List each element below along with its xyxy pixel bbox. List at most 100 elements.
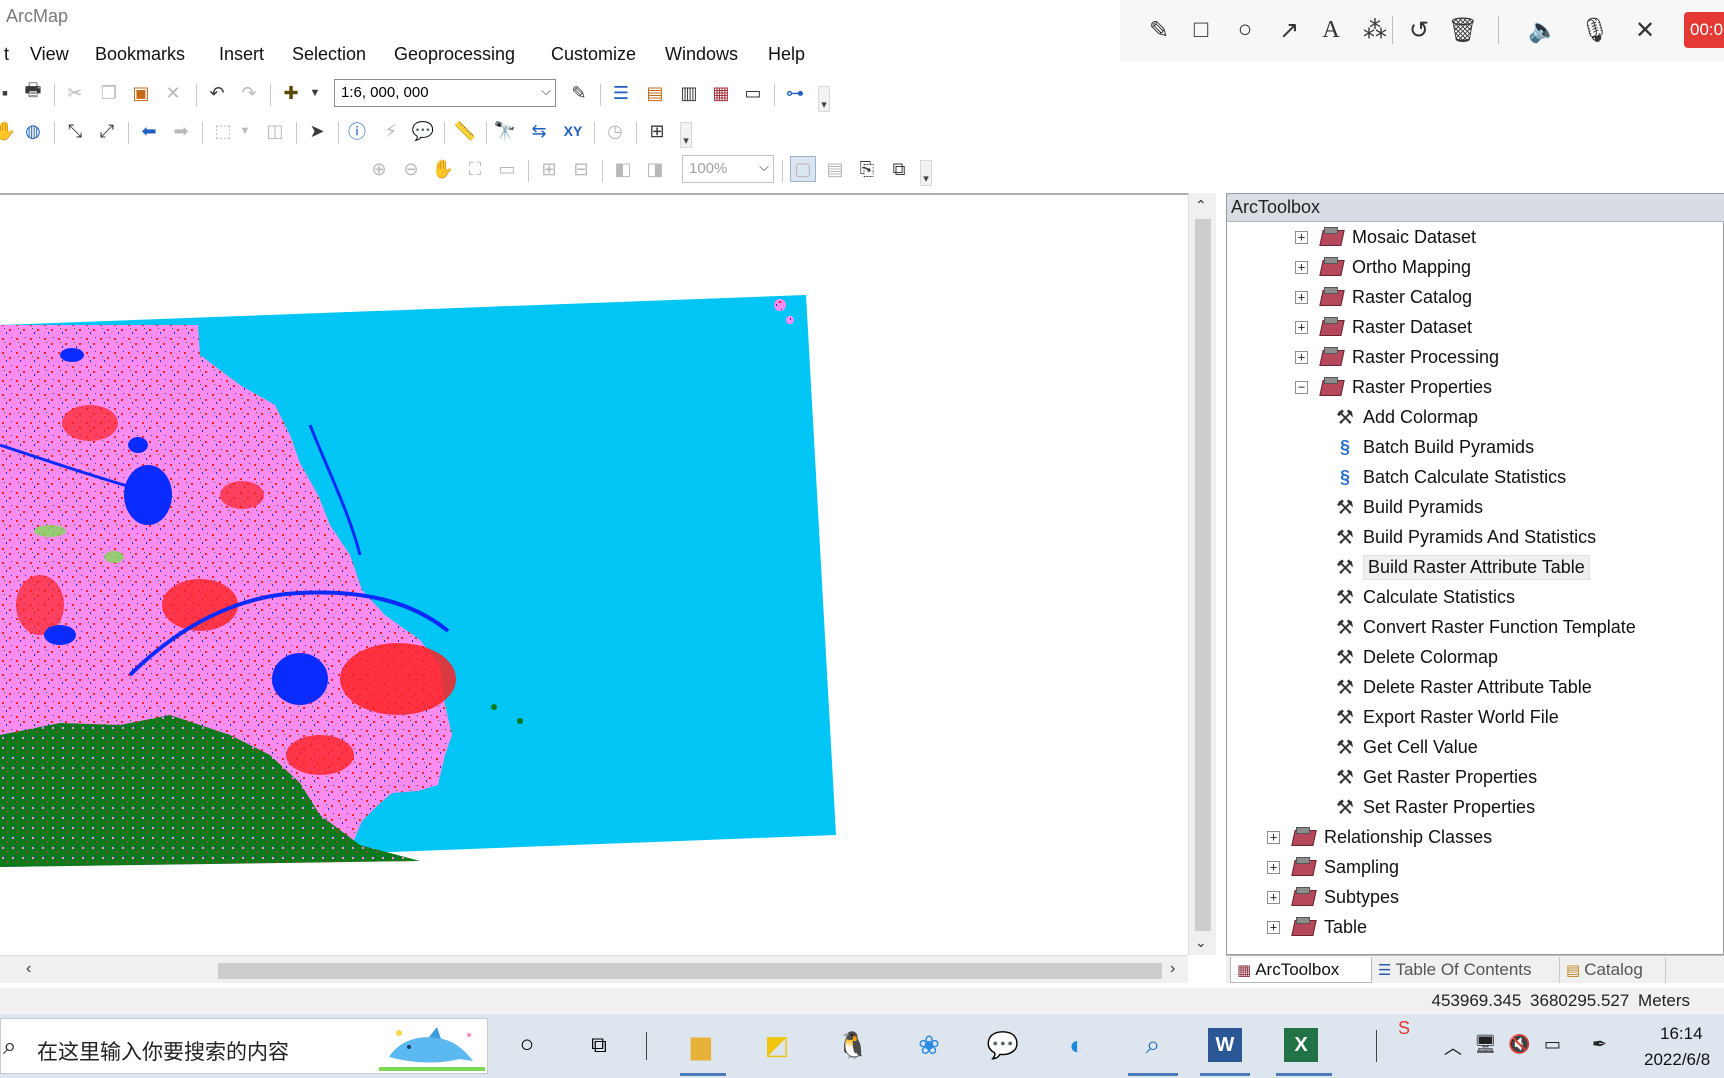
create-viewer-window-icon[interactable]: ⊞ — [644, 118, 670, 144]
arcmap-taskbar-icon[interactable]: ⌕ — [1134, 1026, 1172, 1064]
tree-item-get-cell-value[interactable]: ⚒ Get Cell Value — [1333, 733, 1478, 761]
tab-catalog[interactable]: ▤ Catalog — [1560, 957, 1666, 983]
fixed-zoom-in-icon[interactable]: ⤡ — [62, 118, 88, 144]
volume-muted-icon[interactable]: 🔇 — [1508, 1034, 1530, 1055]
data-driven-pages-icon[interactable]: ⧉ — [886, 156, 912, 182]
scroll-down-icon[interactable]: ⌄ — [1195, 934, 1207, 951]
trash-icon[interactable]: 🗑 — [1446, 13, 1480, 47]
expand-icon[interactable]: + — [1295, 350, 1308, 364]
toolbar-options-grip-3[interactable]: ▾ — [920, 160, 932, 186]
text-icon[interactable]: A — [1314, 13, 1348, 47]
tree-item-export-raster-world-file[interactable]: ⚒ Export Raster World File — [1333, 703, 1559, 731]
tree-item-calculate-statistics[interactable]: ⚒ Calculate Statistics — [1333, 583, 1515, 611]
arctoolbox-window-icon[interactable]: ▦ — [708, 80, 734, 106]
menu-windows[interactable]: Windows — [661, 42, 742, 67]
save-icon[interactable]: ▪ — [0, 80, 18, 106]
menu-view[interactable]: View — [26, 42, 73, 67]
layout-pan-icon[interactable]: ✋ — [430, 156, 456, 182]
input-method-icon[interactable]: S — [1398, 1018, 1410, 1039]
tree-item-delete-raster-attribute-table[interactable]: ⚒ Delete Raster Attribute Table — [1333, 673, 1592, 701]
undo-icon[interactable]: ↶ — [204, 80, 230, 106]
expand-icon[interactable]: + — [1267, 920, 1280, 934]
tree-item-relationship-classes[interactable]: + Relationship Classes — [1267, 823, 1492, 851]
change-layout-icon[interactable]: ⎘ — [854, 156, 880, 182]
map-scale-combo[interactable]: 1:6, 000, 000 ⌵ — [334, 79, 556, 107]
arrow-icon[interactable]: ↗ — [1272, 13, 1306, 47]
close-icon[interactable]: ✕ — [1628, 13, 1662, 47]
cortana-icon[interactable]: ○ — [508, 1026, 546, 1064]
pencil-icon[interactable]: ✎ — [1142, 13, 1176, 47]
map-vertical-scroll-thumb[interactable] — [1195, 219, 1211, 931]
menu-customize[interactable]: Customize — [547, 42, 640, 67]
expand-icon[interactable]: + — [1267, 830, 1280, 844]
zoom-whole-page-icon[interactable]: ⛶ — [462, 156, 488, 182]
qq-icon[interactable]: 🐧 — [834, 1026, 872, 1064]
find-icon[interactable]: 🔭 — [492, 118, 518, 144]
tree-item-build-pyramids[interactable]: ⚒ Build Pyramids — [1333, 493, 1483, 521]
circle-icon[interactable]: ○ — [1228, 13, 1262, 47]
layout-back-icon[interactable]: ◧ — [610, 156, 636, 182]
menu-edit-fragment[interactable]: t — [0, 42, 13, 67]
toolbar-options-grip-2[interactable]: ▾ — [680, 122, 692, 148]
scroll-left-icon[interactable]: ‹ — [26, 960, 31, 978]
editor-toolbar-icon[interactable]: ✎ — [566, 80, 592, 106]
tree-item-table[interactable]: + Table — [1267, 913, 1367, 941]
recording-timer[interactable]: 00:0 — [1684, 12, 1724, 48]
file-explorer-icon[interactable]: ▆ — [682, 1026, 720, 1064]
search-window-icon[interactable]: ▥ — [676, 80, 702, 106]
tree-item-build-raster-attribute-table[interactable]: ⚒ Build Raster Attribute Table — [1333, 553, 1590, 581]
tree-item-raster-dataset[interactable]: + Raster Dataset — [1295, 313, 1472, 341]
menu-help[interactable]: Help — [764, 42, 809, 67]
globe-icon[interactable]: ◍ — [20, 118, 46, 144]
menu-selection[interactable]: Selection — [288, 42, 370, 67]
network-icon[interactable]: 🖥 — [1474, 1034, 1497, 1055]
expand-icon[interactable]: + — [1295, 260, 1308, 274]
tree-item-get-raster-properties[interactable]: ⚒ Get Raster Properties — [1333, 763, 1537, 791]
pen-icon[interactable]: ✒ — [1592, 1034, 1607, 1055]
html-popup-icon[interactable]: 💬 — [410, 118, 436, 144]
tree-item-raster-catalog[interactable]: + Raster Catalog — [1295, 283, 1472, 311]
expand-icon[interactable]: + — [1295, 290, 1308, 304]
copy-icon[interactable]: ❐ — [96, 80, 122, 106]
layout-zoom-in-icon[interactable]: ⊕ — [366, 156, 392, 182]
tree-item-batch-calculate-statistics[interactable]: § Batch Calculate Statistics — [1333, 463, 1566, 491]
toolbar-options-grip[interactable]: ▾ — [818, 86, 830, 112]
tab-table-of-contents[interactable]: ☰ Table Of Contents — [1372, 957, 1560, 983]
clock-time[interactable]: 16:14 — [1660, 1024, 1703, 1044]
back-extent-icon[interactable]: ⬅ — [136, 118, 162, 144]
feishu-icon[interactable]: ❀ — [910, 1026, 948, 1064]
identify-icon[interactable]: ⓘ — [344, 118, 370, 144]
map-horizontal-scrollbar[interactable]: ‹ › — [0, 955, 1188, 983]
tree-item-mosaic-dataset[interactable]: + Mosaic Dataset — [1295, 223, 1476, 251]
tree-item-raster-processing[interactable]: + Raster Processing — [1295, 343, 1499, 371]
tree-item-raster-properties[interactable]: − Raster Properties — [1295, 373, 1492, 401]
tree-item-delete-colormap[interactable]: ⚒ Delete Colormap — [1333, 643, 1498, 671]
expand-icon[interactable]: + — [1295, 320, 1308, 334]
hyperlink-icon[interactable]: ⚡ — [378, 118, 404, 144]
map-horizontal-scroll-thumb[interactable] — [218, 963, 1162, 979]
time-slider-icon[interactable]: ◷ — [602, 118, 628, 144]
land-cover-raster[interactable] — [0, 195, 1188, 957]
layout-forward-icon[interactable]: ◨ — [642, 156, 668, 182]
tree-item-sampling[interactable]: + Sampling — [1267, 853, 1399, 881]
tree-item-subtypes[interactable]: + Subtypes — [1267, 883, 1399, 911]
fixed-zoom-out-icon[interactable]: ⤢ — [94, 118, 120, 144]
expand-icon[interactable]: + — [1267, 860, 1280, 874]
fixed-zoom-in-layout-icon[interactable]: ⊞ — [536, 156, 562, 182]
tree-item-ortho-mapping[interactable]: + Ortho Mapping — [1295, 253, 1471, 281]
cut-icon[interactable]: ✂ — [62, 80, 88, 106]
forward-extent-icon[interactable]: ➡ — [168, 118, 194, 144]
layout-zoom-combo[interactable]: 100% ⌵ — [682, 155, 774, 183]
measure-icon[interactable]: 📏 — [452, 118, 478, 144]
tree-item-build-pyramids-and-statistics[interactable]: ⚒ Build Pyramids And Statistics — [1333, 523, 1596, 551]
taskbar-search-box[interactable]: ⌕ 在这里输入你要搜索的内容 — [0, 1018, 488, 1074]
paste-icon[interactable]: ▣ — [128, 80, 154, 106]
tree-item-set-raster-properties[interactable]: ⚒ Set Raster Properties — [1333, 793, 1535, 821]
select-dropdown-icon[interactable]: ▼ — [232, 118, 258, 144]
model-builder-icon[interactable]: ⊶ — [782, 80, 808, 106]
rectangle-icon[interactable]: □ — [1184, 13, 1218, 47]
add-data-dropdown-icon[interactable]: ▼ — [302, 80, 328, 106]
collapse-icon[interactable]: − — [1295, 380, 1308, 394]
toggle-draft-mode-icon[interactable]: ▢ — [790, 156, 816, 182]
layout-zoom-out-icon[interactable]: ⊖ — [398, 156, 424, 182]
